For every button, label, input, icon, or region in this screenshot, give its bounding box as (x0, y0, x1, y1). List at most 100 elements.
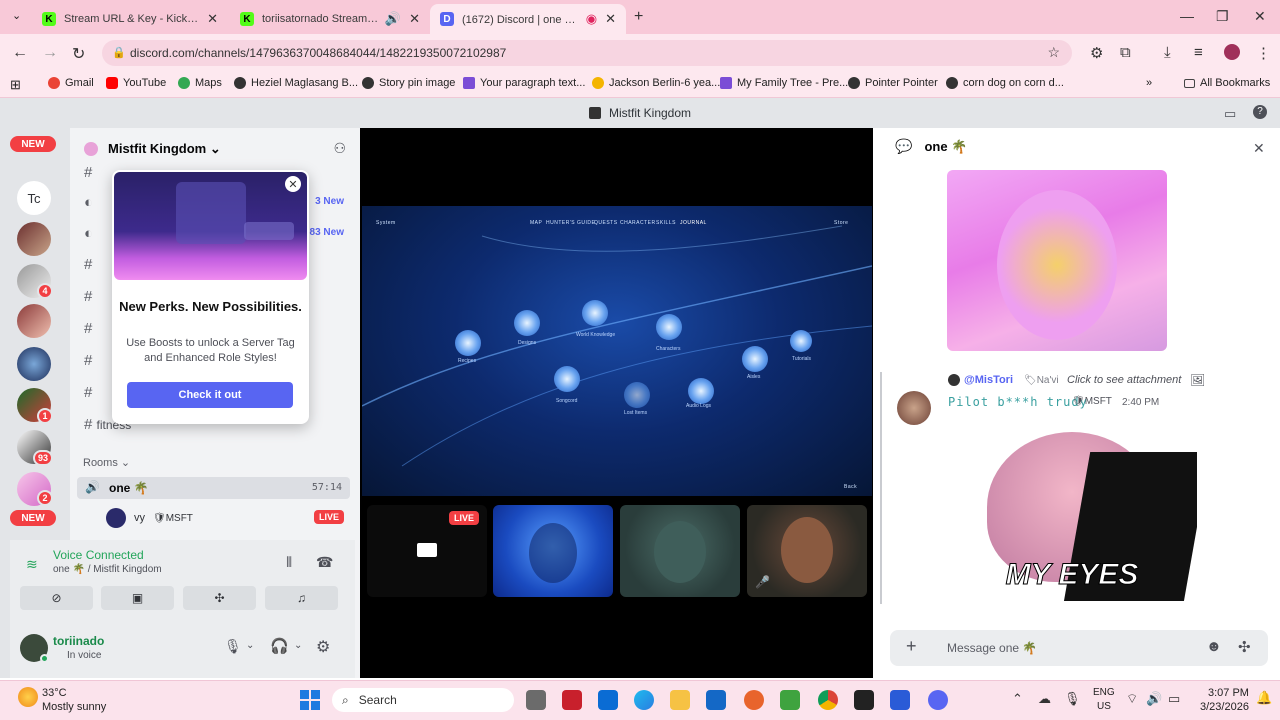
firefox-icon[interactable] (744, 690, 764, 710)
cloud-icon[interactable]: ☁ (1038, 691, 1051, 707)
participant-tile[interactable]: 🎤 (747, 505, 867, 597)
voice-location[interactable]: one 🌴 / Mistfit Kingdom (53, 564, 162, 575)
close-icon[interactable]: ✕ (409, 11, 420, 27)
bookmark-gmail[interactable]: Gmail (48, 77, 94, 89)
check-it-out-button[interactable]: Check it out (127, 382, 293, 408)
signal-icon[interactable]: ≋ (26, 556, 38, 573)
server-icon[interactable] (17, 222, 51, 256)
bookmark-item[interactable]: corn dog on corn d... (946, 77, 1064, 89)
bookmark-item[interactable]: Heziel Maglasang B... (234, 77, 358, 89)
message-input[interactable]: Message one 🌴 (947, 641, 1037, 655)
server-icon[interactable] (17, 304, 51, 338)
browser-tab[interactable]: K Stream URL & Key - Kick Dashb ✕ (32, 4, 228, 34)
participant-tile[interactable] (620, 505, 740, 597)
soundboard-button[interactable]: ♫ (265, 586, 338, 610)
store-icon[interactable] (598, 690, 618, 710)
chevron-up-icon[interactable]: ⌃ (1012, 691, 1023, 707)
forward-icon[interactable]: → (42, 44, 58, 62)
app-icon[interactable] (890, 690, 910, 710)
back-icon[interactable]: ← (12, 44, 28, 62)
noise-icon[interactable]: ⦀ (286, 554, 292, 571)
discord-icon[interactable] (928, 690, 948, 710)
edge-icon[interactable] (634, 690, 654, 710)
close-icon[interactable]: ✕ (207, 11, 218, 27)
mcafee-icon[interactable] (562, 690, 582, 710)
url-field[interactable]: 🔒 discord.com/channels/14796363700486840… (102, 40, 1072, 66)
bookmark-youtube[interactable]: YouTube (106, 77, 166, 89)
browser-tab-active[interactable]: D (1672) Discord | one 🌴 | M ◉ ✕ (430, 4, 626, 34)
reply-username[interactable]: @MisTori (964, 374, 1013, 386)
minecraft-icon[interactable] (780, 690, 800, 710)
volume-icon[interactable]: 🔊 (1146, 691, 1162, 707)
download-icon[interactable]: ⤓ (1164, 44, 1171, 61)
reply-preview[interactable]: Click to see attachment (1067, 374, 1181, 386)
emoji-icon[interactable]: ☻ (1206, 638, 1222, 655)
bookmark-item[interactable]: Your paragraph text... (463, 77, 585, 89)
restore-icon[interactable]: ❐ (1216, 8, 1229, 25)
channel-hash-icon[interactable]: # (84, 320, 92, 337)
avatar[interactable] (897, 391, 931, 425)
game-stream-view[interactable]: System MAP HUNTER'S GUIDE QUESTS CHARACT… (362, 206, 872, 496)
meme-attachment[interactable]: MY EYES (947, 412, 1197, 601)
wifi-icon[interactable]: ⌔ (1126, 691, 1138, 707)
all-bookmarks[interactable]: All Bookmarks (1184, 77, 1270, 89)
disconnect-icon[interactable]: ☎ (316, 554, 333, 571)
app-icon[interactable] (706, 690, 726, 710)
microphone-icon[interactable]: 🎙 (224, 638, 242, 655)
clock-time[interactable]: 3:07 PM (1208, 687, 1249, 699)
new-tab-icon[interactable]: + (634, 8, 643, 26)
close-window-icon[interactable]: ✕ (1254, 8, 1266, 25)
menu-icon[interactable]: ⋮ (1256, 44, 1271, 62)
voice-user[interactable]: vy 🛡MSFT (106, 508, 193, 528)
language[interactable]: ENG (1093, 687, 1115, 698)
screenshare-button[interactable]: ▣ (101, 586, 174, 610)
voice-channel-row[interactable]: 🔊 one 🌴 57:14 (77, 477, 350, 499)
bookmark-item[interactable]: Story pin image (362, 77, 455, 89)
channel-hash-icon[interactable]: # (84, 164, 92, 181)
windows-start-icon[interactable] (300, 690, 320, 710)
bookmark-item[interactable]: My Family Tree - Pre... (720, 77, 848, 89)
bookmark-item[interactable]: Jackson Berlin-6 yea... (592, 77, 720, 89)
close-icon[interactable]: ✕ (1253, 140, 1265, 157)
weather-desc[interactable]: Mostly sunny (42, 701, 106, 713)
reload-icon[interactable]: ↻ (72, 44, 85, 64)
activities-button[interactable]: ✣ (183, 586, 256, 610)
add-attachment-icon[interactable]: + (906, 636, 917, 657)
clock-date[interactable]: 3/23/2026 (1200, 701, 1249, 713)
participant-tile[interactable] (493, 505, 613, 597)
bookmark-maps[interactable]: Maps (178, 77, 222, 89)
server-icon[interactable] (17, 347, 51, 381)
username[interactable]: toriinado (53, 634, 104, 648)
chrome-icon[interactable] (818, 690, 838, 710)
tab-search-icon[interactable]: ⌄ (12, 9, 21, 22)
channel-hash-icon[interactable]: # (84, 352, 92, 369)
battery-icon[interactable]: ▭ (1168, 691, 1180, 707)
channel-thread-icon[interactable]: ◐ (84, 194, 93, 211)
new-unreads-pill[interactable]: NEW (10, 510, 56, 526)
message-composer[interactable]: + Message one 🌴 ☻ ✣ (890, 630, 1268, 666)
new-messages-tag[interactable]: 3 New (315, 196, 344, 207)
apps-icon[interactable]: ✣ (1238, 638, 1251, 656)
chevron-down-icon[interactable]: ⌄ (246, 640, 254, 651)
message-author[interactable]: Pilot b***h trudy (948, 395, 1088, 409)
region[interactable]: US (1097, 701, 1111, 712)
channel-hash-icon[interactable]: # (84, 256, 92, 273)
speaker-icon[interactable]: 🔊 (385, 11, 401, 27)
participant-tile[interactable]: LIVE (367, 505, 487, 597)
server-icon-tc[interactable]: Tc (17, 181, 51, 215)
task-view-icon[interactable] (526, 690, 546, 710)
browser-tab[interactable]: K toriisatornado Stream - Wa 🔊 ✕ (230, 4, 430, 34)
invite-icon[interactable]: ⚇ (333, 140, 346, 157)
bookmark-star-icon[interactable]: ☆ (1047, 44, 1060, 61)
weather-temp[interactable]: 33°C (42, 687, 67, 699)
more-bookmarks-icon[interactable]: » (1146, 77, 1152, 89)
apps-grid-icon[interactable]: ⊞ (10, 77, 21, 93)
gear-icon[interactable]: ⚙ (316, 637, 330, 657)
file-explorer-icon[interactable] (670, 690, 690, 710)
minimize-icon[interactable]: — (1180, 8, 1194, 24)
media-icon[interactable]: ≡ (1194, 44, 1203, 61)
microphone-icon[interactable]: 🎙 (1064, 691, 1081, 707)
new-messages-tag[interactable]: 83 New (310, 227, 344, 238)
channel-thread-icon[interactable]: ◐ (84, 225, 93, 242)
profile-avatar[interactable] (1224, 44, 1240, 60)
